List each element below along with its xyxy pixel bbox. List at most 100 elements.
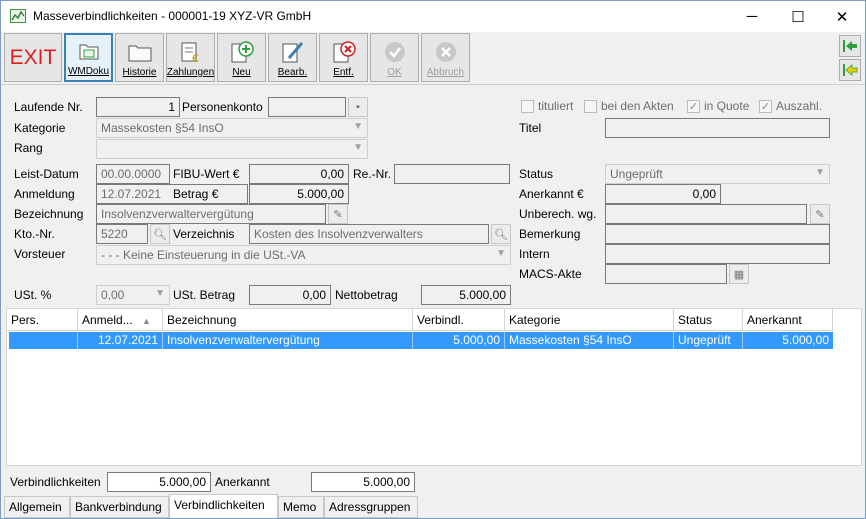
tab-verbindlichkeiten[interactable]: Verbindlichkeiten — [169, 494, 278, 518]
close-button[interactable]: ✕ — [819, 1, 865, 32]
col-status[interactable]: Status — [674, 309, 743, 331]
nettobetrag-field[interactable]: 5.000,00 — [421, 285, 511, 305]
add-icon — [229, 39, 255, 65]
macs-akte-label: MACS-Akte — [519, 267, 582, 281]
personenkonto-field[interactable] — [268, 97, 346, 117]
anerkannt-eur-field[interactable]: 0,00 — [605, 184, 721, 204]
history-icon — [127, 39, 153, 65]
anerkannt-total-label: Anerkannt — [215, 475, 270, 489]
fibu-wert-field[interactable]: 0,00 — [249, 164, 349, 184]
col-verbindl[interactable]: Verbindl. — [413, 309, 505, 331]
vorsteuer-select[interactable]: - - - Keine Einsteuerung in die USt.-VA ▼ — [96, 245, 511, 265]
bearb-label: Bearb. — [277, 67, 308, 78]
historie-label: Historie — [122, 67, 157, 78]
nav-prev-button[interactable] — [839, 59, 861, 81]
tituliert-label: tituliert — [538, 99, 574, 113]
personenkonto-label: Personenkonto — [182, 100, 263, 114]
verbindlichkeiten-total-field: 5.000,00 — [107, 472, 211, 492]
ok-icon — [382, 39, 408, 65]
bei-den-akten-checkbox[interactable]: bei den Akten — [584, 99, 674, 113]
auszahl-checkbox[interactable]: ✓ Auszahl. — [759, 99, 822, 113]
kto-nr-label: Kto.-Nr. — [14, 227, 55, 241]
personenkonto-lookup-button[interactable]: ▪ — [348, 97, 368, 117]
bezeichnung-field[interactable]: Insolvenzverwaltervergütung — [96, 204, 326, 224]
kto-nr-search-button[interactable]: 🔍︎ — [150, 224, 170, 244]
col-bezeichnung[interactable]: Bezeichnung — [163, 309, 413, 331]
chevron-down-icon: ▼ — [496, 248, 506, 259]
toolbar: EXIT WMDoku Historie € Zahlungen Neu Bea… — [1, 32, 865, 85]
col-pers[interactable]: Pers. — [7, 309, 78, 331]
neu-button[interactable]: Neu — [217, 33, 266, 82]
leist-datum-field[interactable]: 00.00.0000 — [96, 164, 170, 184]
titel-label: Titel — [519, 121, 542, 135]
title-bar: Masseverbindlichkeiten - 000001-19 XYZ-V… — [1, 1, 865, 32]
unberech-lookup-button[interactable]: ✎ — [810, 204, 830, 224]
bemerkung-field[interactable] — [605, 224, 830, 244]
detail-panel: Laufende Nr. 1 Personenkonto ▪ tituliert… — [6, 88, 861, 305]
tab-memo[interactable]: Memo — [278, 496, 324, 518]
bemerkung-label: Bemerkung — [519, 227, 581, 241]
window-title: Masseverbindlichkeiten - 000001-19 XYZ-V… — [33, 9, 312, 23]
rang-select[interactable]: ▼ — [96, 139, 368, 159]
pin-icon: ✎ — [333, 208, 343, 221]
verzeichnis-label: Verzeichnis — [173, 227, 235, 241]
verzeichnis-field[interactable]: Kosten des Insolvenzverwalters — [249, 224, 489, 244]
main-window: Masseverbindlichkeiten - 000001-19 XYZ-V… — [0, 0, 866, 519]
historie-button[interactable]: Historie — [115, 33, 164, 82]
betrag-label: Betrag € — [173, 187, 219, 201]
in-quote-label: in Quote — [704, 99, 750, 113]
verbindlichkeiten-total-label: Verbindlichkeiten — [10, 475, 101, 489]
exit-button[interactable]: EXIT — [4, 33, 62, 82]
entf-button[interactable]: Entf. — [319, 33, 368, 82]
status-select[interactable]: Ungeprüft ▼ — [605, 164, 830, 184]
table-row[interactable]: 12.07.2021 Insolvenzverwaltervergütung 5… — [9, 332, 833, 349]
col-anmeld[interactable]: Anmeld... ▲ — [78, 309, 163, 331]
verzeichnis-search-button[interactable]: 🔍︎ — [491, 224, 511, 244]
maximize-button[interactable]: ☐ — [775, 1, 821, 32]
re-nr-field[interactable] — [394, 164, 510, 184]
abbruch-button[interactable]: Abbruch — [421, 33, 470, 82]
tab-allgemein[interactable]: Allgemein — [4, 496, 70, 518]
titel-field[interactable] — [605, 118, 830, 138]
ust-pct-select[interactable]: 0,00 ▼ — [96, 285, 170, 305]
zahlungen-label: Zahlungen — [166, 67, 215, 78]
unberech-field[interactable] — [605, 204, 807, 224]
bezeichnung-lookup-button[interactable]: ✎ — [328, 204, 348, 224]
col-anerkannt[interactable]: Anerkannt — [743, 309, 833, 331]
fibu-wert-label: FIBU-Wert € — [173, 167, 240, 181]
ok-button[interactable]: OK — [370, 33, 419, 82]
ust-betrag-label: USt. Betrag — [173, 288, 236, 302]
zahlungen-button[interactable]: € Zahlungen — [166, 33, 215, 82]
nav-first-button[interactable] — [839, 35, 861, 57]
kategorie-select[interactable]: Massekosten §54 InsO ▼ — [96, 118, 368, 138]
status-value: Ungeprüft — [610, 167, 663, 181]
leist-datum-label: Leist-Datum — [14, 167, 79, 181]
macs-akte-button[interactable]: ▦ — [729, 264, 749, 284]
tituliert-checkbox[interactable]: tituliert — [521, 99, 573, 113]
ok-label: OK — [387, 67, 402, 78]
sort-asc-icon: ▲ — [142, 316, 151, 326]
bearb-button[interactable]: Bearb. — [268, 33, 317, 82]
macs-akte-field[interactable] — [605, 264, 727, 284]
liabilities-table[interactable]: Pers. Anmeld... ▲ Bezeichnung Verbindl. … — [6, 308, 862, 466]
unberech-label: Unberech. wg. — [519, 207, 597, 221]
betrag-field[interactable]: 5.000,00 — [249, 184, 349, 204]
col-kategorie[interactable]: Kategorie — [505, 309, 674, 331]
calendar-icon: ▦ — [733, 268, 745, 281]
kto-nr-field[interactable]: 5220 — [96, 224, 148, 244]
intern-field[interactable] — [605, 244, 830, 264]
ust-betrag-field[interactable]: 0,00 — [249, 285, 331, 305]
cell-kategorie: Massekosten §54 InsO — [505, 332, 674, 349]
totals-bar: Verbindlichkeiten 5.000,00 Anerkannt 5.0… — [6, 470, 862, 494]
edit-icon — [280, 39, 306, 65]
wmdoku-button[interactable]: WMDoku — [64, 33, 113, 82]
minimize-button[interactable]: ─ — [729, 1, 775, 32]
tab-bankverbindung[interactable]: Bankverbindung — [70, 496, 169, 518]
vorsteuer-label: Vorsteuer — [14, 247, 66, 261]
tab-adressgruppen[interactable]: Adressgruppen — [324, 496, 418, 518]
laufende-nr-field[interactable]: 1 — [96, 97, 180, 117]
folder-icon — [76, 38, 102, 64]
neu-label: Neu — [232, 67, 251, 78]
anmeldung-field[interactable]: 12.07.2021 — [96, 184, 248, 204]
in-quote-checkbox[interactable]: ✓ in Quote — [687, 99, 749, 113]
